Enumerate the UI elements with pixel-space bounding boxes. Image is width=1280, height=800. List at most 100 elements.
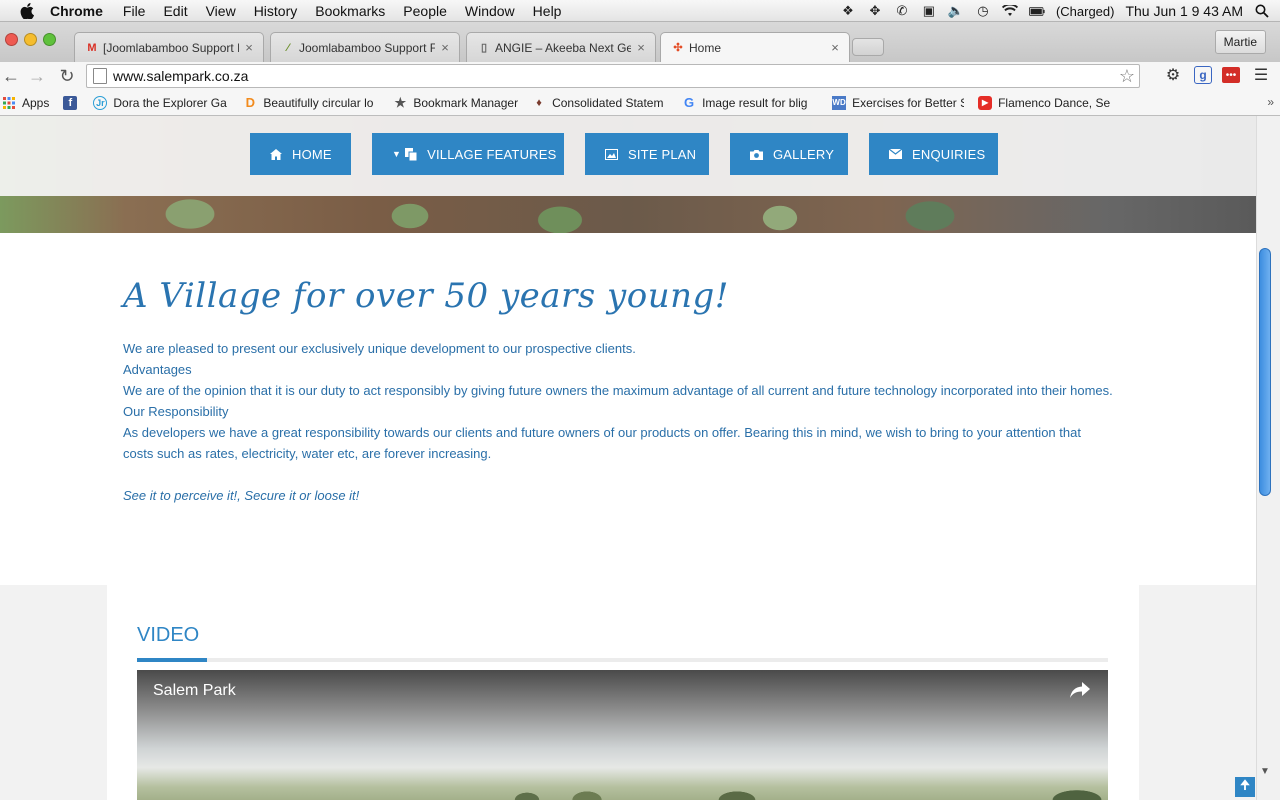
bookmark-exercises[interactable]: WD Exercises for Better S	[832, 95, 964, 110]
tab-angie[interactable]: ▯ ANGIE – Akeeba Next Gen ×	[466, 32, 656, 62]
address-bar[interactable]: www.salempark.co.za ☆	[86, 64, 1140, 88]
tab-close-icon[interactable]: ×	[829, 40, 841, 55]
nav-gallery[interactable]: GALLERY	[730, 133, 848, 175]
tab-title: Joomlabamboo Support Fo	[299, 40, 435, 55]
nav-village-features[interactable]: ▼ VILLAGE FEATURES	[372, 133, 564, 175]
new-tab-button[interactable]	[852, 38, 884, 56]
scroll-thumb[interactable]	[1259, 248, 1271, 496]
battery-status: (Charged)	[1055, 3, 1115, 19]
share-icon[interactable]	[1070, 682, 1090, 703]
back-to-top-button[interactable]: 🠉	[1235, 777, 1255, 797]
facebook-icon: f	[63, 95, 78, 110]
lastpass-extension-icon[interactable]: •••	[1222, 67, 1240, 83]
nav-enquiries[interactable]: ENQUIRIES	[869, 133, 998, 175]
wifi-icon[interactable]	[1001, 4, 1018, 18]
bookmark-label: Consolidated Statem	[552, 95, 664, 110]
bookmark-flamenco[interactable]: ▶ Flamenco Dance, Sev	[978, 95, 1111, 110]
envelope-icon	[889, 147, 902, 161]
menu-people[interactable]: People	[403, 3, 447, 19]
bookmark-label: Beautifully circular lo	[263, 95, 374, 110]
chrome-menu-icon[interactable]: ☰	[1250, 64, 1272, 86]
tab-home[interactable]: ✣ Home ×	[660, 32, 850, 62]
window-zoom-button[interactable]	[43, 33, 56, 46]
jr-icon: Jr	[93, 95, 108, 110]
intro-paragraph: We are pleased to present our exclusivel…	[123, 341, 636, 356]
spotlight-search-icon[interactable]	[1254, 4, 1270, 18]
tab-close-icon[interactable]: ×	[635, 40, 647, 55]
menu-app-chrome[interactable]: Chrome	[50, 3, 103, 19]
move-icon[interactable]: ✥	[867, 3, 883, 18]
tab-joomlabamboo-support[interactable]: ⁄ Joomlabamboo Support Fo ×	[270, 32, 460, 62]
arrow-up-icon: 🠉	[1239, 777, 1251, 792]
crest-icon: ♦	[536, 96, 542, 109]
tagline: See it to perceive it!, Secure it or loo…	[123, 488, 360, 503]
bookmark-label: Apps	[22, 95, 50, 110]
nav-label: ENQUIRIES	[912, 146, 986, 162]
nav-site-plan[interactable]: SITE PLAN	[585, 133, 709, 175]
video-player[interactable]: Salem Park	[137, 670, 1108, 800]
bookmark-manager[interactable]: ★ Bookmark Manager	[393, 95, 519, 110]
joomlabamboo-icon: ⁄	[287, 41, 289, 54]
window-minimize-button[interactable]	[24, 33, 37, 46]
bookmark-facebook[interactable]: f	[63, 95, 83, 110]
tab-gmail-support[interactable]: M [Joomlabamboo Support Fo ×	[74, 32, 264, 62]
bookmark-star-icon[interactable]: ☆	[1119, 66, 1135, 87]
battery-icon[interactable]	[1028, 4, 1045, 18]
bookmark-consolidated[interactable]: ♦ Consolidated Statem	[532, 96, 668, 110]
back-arrow-icon[interactable]: ←	[0, 65, 22, 87]
advantages-paragraph: We are of the opinion that it is our dut…	[123, 383, 1113, 398]
bookmark-apps[interactable]: Apps	[2, 96, 49, 110]
menu-history[interactable]: History	[254, 3, 298, 19]
time-machine-icon[interactable]: ◷	[975, 3, 991, 18]
bookmark-label: Flamenco Dance, Sev	[998, 95, 1111, 110]
menu-bookmarks[interactable]: Bookmarks	[315, 3, 385, 19]
bookmark-label: Image result for blig	[702, 95, 808, 110]
menu-edit[interactable]: Edit	[163, 3, 187, 19]
document-icon: ▯	[480, 42, 488, 54]
menu-clock[interactable]: Thu Jun 1 9 43 AM	[1125, 3, 1243, 19]
browser-toolbar: ← → ↻ www.salempark.co.za ☆ ⚙ g ••• ☰	[0, 62, 1280, 90]
display-icon[interactable]: ▣	[921, 3, 937, 18]
page-scrollbar[interactable]: ▼	[1256, 116, 1280, 800]
scroll-down-arrow-icon[interactable]: ▼	[1260, 766, 1270, 777]
tab-close-icon[interactable]: ×	[243, 40, 255, 55]
settings-gear-icon[interactable]: ⚙	[1162, 64, 1184, 86]
window-close-button[interactable]	[5, 33, 18, 46]
forward-arrow-icon[interactable]: →	[26, 65, 48, 87]
wd-icon: WD	[832, 95, 847, 110]
home-icon	[270, 147, 282, 161]
video-thumbnail-scenery	[137, 770, 1108, 800]
page-headline: A Village for over 50 years young!	[123, 276, 729, 316]
google-extension-icon[interactable]: g	[1194, 66, 1212, 84]
menu-help[interactable]: Help	[533, 3, 562, 19]
reload-icon[interactable]: ↻	[56, 65, 78, 87]
bookmarks-overflow-icon[interactable]: »	[1267, 95, 1274, 109]
tab-title: [Joomlabamboo Support Fo	[103, 40, 239, 55]
tab-close-icon[interactable]: ×	[439, 40, 451, 55]
apple-icon[interactable]	[18, 2, 36, 19]
bookmark-circular[interactable]: D Beautifully circular lo	[243, 95, 379, 110]
hero-banner: HOME ▼ VILLAGE FEATURES SITE PLAN GALLER…	[0, 116, 1256, 233]
bookmark-label: Bookmark Manager	[413, 95, 519, 110]
menu-view[interactable]: View	[206, 3, 236, 19]
tab-strip: M [Joomlabamboo Support Fo × ⁄ Joomlabam…	[0, 22, 1280, 62]
tab-title: ANGIE – Akeeba Next Gen	[495, 40, 631, 55]
nav-label: VILLAGE FEATURES	[427, 146, 557, 162]
address-url[interactable]: www.salempark.co.za	[113, 68, 248, 84]
nav-label: HOME	[292, 146, 332, 162]
video-section-heading: VIDEO	[137, 624, 200, 646]
menu-file[interactable]: File	[123, 3, 146, 19]
profile-button[interactable]: Martie	[1214, 30, 1266, 54]
bookmarks-bar: Apps f Jr Dora the Explorer Ga D Beautif…	[0, 90, 1280, 116]
phone-icon[interactable]: ✆	[894, 3, 910, 18]
heading-divider	[137, 658, 1108, 662]
dropbox-icon[interactable]: ❖	[840, 3, 856, 18]
volume-icon[interactable]: 🔈	[948, 3, 964, 18]
heading-accent-bar	[137, 658, 207, 662]
video-title[interactable]: Salem Park	[153, 682, 236, 700]
bookmark-image-result[interactable]: G Image result for blig	[682, 95, 818, 110]
google-icon: G	[684, 95, 695, 110]
bookmark-dora[interactable]: Jr Dora the Explorer Ga	[93, 95, 229, 110]
menu-window[interactable]: Window	[465, 3, 515, 19]
nav-home[interactable]: HOME	[250, 133, 351, 175]
